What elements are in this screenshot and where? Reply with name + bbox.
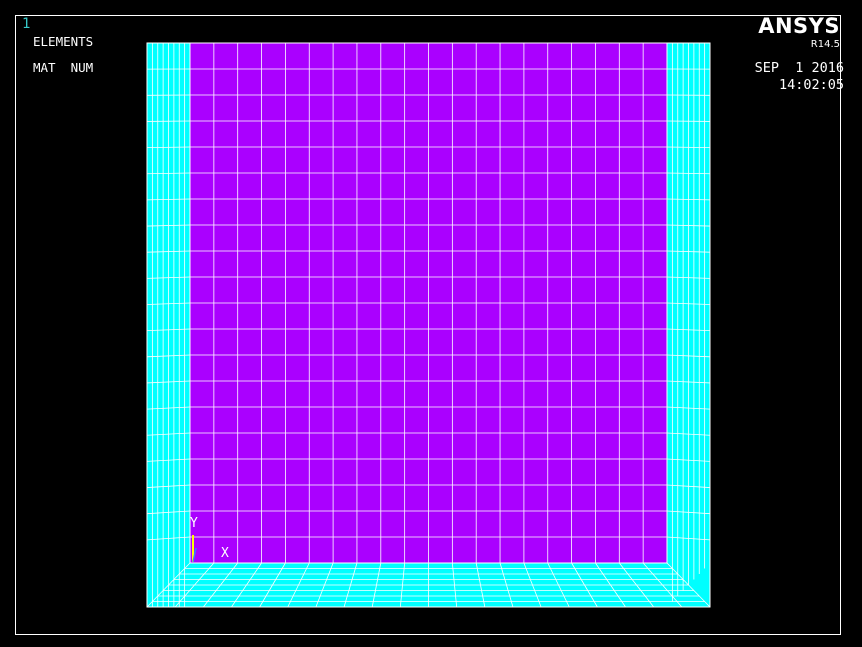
triad-y-label: Y: [190, 516, 198, 531]
inner-mesh-lines: [190, 43, 667, 563]
element-plot[interactable]: Y X: [0, 0, 862, 647]
triad-x-label: X: [221, 546, 229, 561]
